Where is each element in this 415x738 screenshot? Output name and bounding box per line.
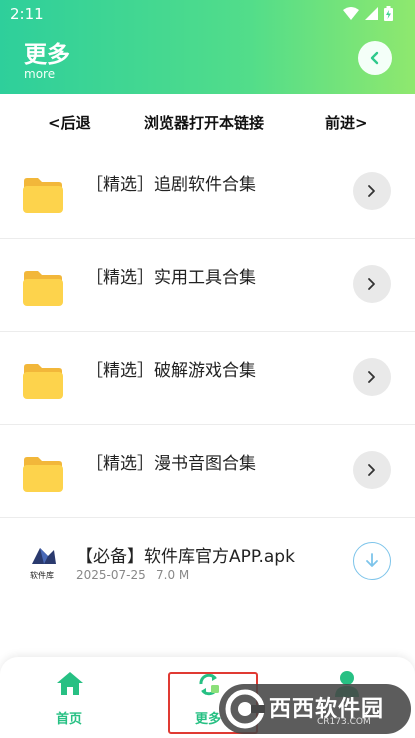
back-button[interactable] — [358, 41, 392, 75]
chevron-right-icon — [368, 185, 375, 197]
list-item-title: ［精选］追剧软件合集 — [86, 175, 256, 195]
list-item[interactable]: ［精选］破解游戏合集 — [0, 332, 415, 425]
file-title: 【必备】软件库官方APP.apk — [76, 547, 295, 567]
wifi-icon — [343, 7, 359, 20]
tab-home[interactable]: 首页 — [9, 657, 129, 738]
status-icons — [343, 6, 393, 21]
app-logo: 软件库 — [28, 544, 58, 581]
app-logo-text: 软件库 — [30, 571, 54, 580]
chevron-right-icon — [368, 464, 375, 476]
open-folder-button[interactable] — [353, 265, 391, 303]
page-subtitle: more — [24, 67, 56, 81]
chevron-left-icon — [370, 51, 379, 65]
file-date: 2025-07-25 — [76, 568, 146, 582]
download-button[interactable] — [353, 542, 391, 580]
header: 2:11 更多 more — [0, 0, 415, 94]
file-item[interactable]: 软件库 【必备】软件库官方APP.apk 2025-07-25 7.0 M — [0, 518, 415, 618]
list-item-title: ［精选］实用工具合集 — [86, 268, 256, 288]
watermark-logo-icon — [225, 689, 265, 729]
list-item-title: ［精选］破解游戏合集 — [86, 361, 256, 381]
battery-icon — [384, 6, 393, 21]
list-item[interactable]: ［精选］追剧软件合集 — [0, 146, 415, 239]
watermark-subtext: CR173.COM — [317, 717, 371, 727]
status-bar: 2:11 — [0, 0, 415, 26]
home-icon — [57, 672, 83, 695]
list-item-title: ［精选］漫书音图合集 — [86, 454, 256, 474]
list-item[interactable]: ［精选］漫书音图合集 — [0, 425, 415, 518]
folder-icon — [23, 364, 63, 399]
folder-icon — [23, 271, 63, 306]
tab-home-label: 首页 — [55, 712, 82, 727]
page-title: 更多 — [24, 42, 70, 68]
open-in-browser-link[interactable]: 浏览器打开本链接 — [144, 112, 264, 133]
folder-icon — [23, 178, 63, 213]
item-list: ［精选］追剧软件合集 ［精选］实用工具合集 ［精选］破解游戏合集 ［精选］漫书音… — [0, 146, 415, 618]
nav-back-link[interactable]: <后退 — [48, 112, 91, 133]
open-folder-button[interactable] — [353, 172, 391, 210]
file-size: 7.0 M — [156, 568, 190, 582]
download-icon — [366, 553, 378, 567]
watermark: 西西软件园 CR173.COM — [219, 684, 411, 734]
chevron-right-icon — [368, 278, 375, 290]
app-logo-icon — [32, 548, 56, 564]
signal-icon — [365, 7, 378, 20]
browser-nav-row: <后退 浏览器打开本链接 前进> — [0, 94, 415, 146]
folder-icon — [23, 457, 63, 492]
status-time: 2:11 — [10, 5, 44, 23]
list-item[interactable]: ［精选］实用工具合集 — [0, 239, 415, 332]
open-folder-button[interactable] — [353, 358, 391, 396]
chevron-right-icon — [368, 371, 375, 383]
nav-forward-link[interactable]: 前进> — [325, 112, 368, 133]
open-folder-button[interactable] — [353, 451, 391, 489]
